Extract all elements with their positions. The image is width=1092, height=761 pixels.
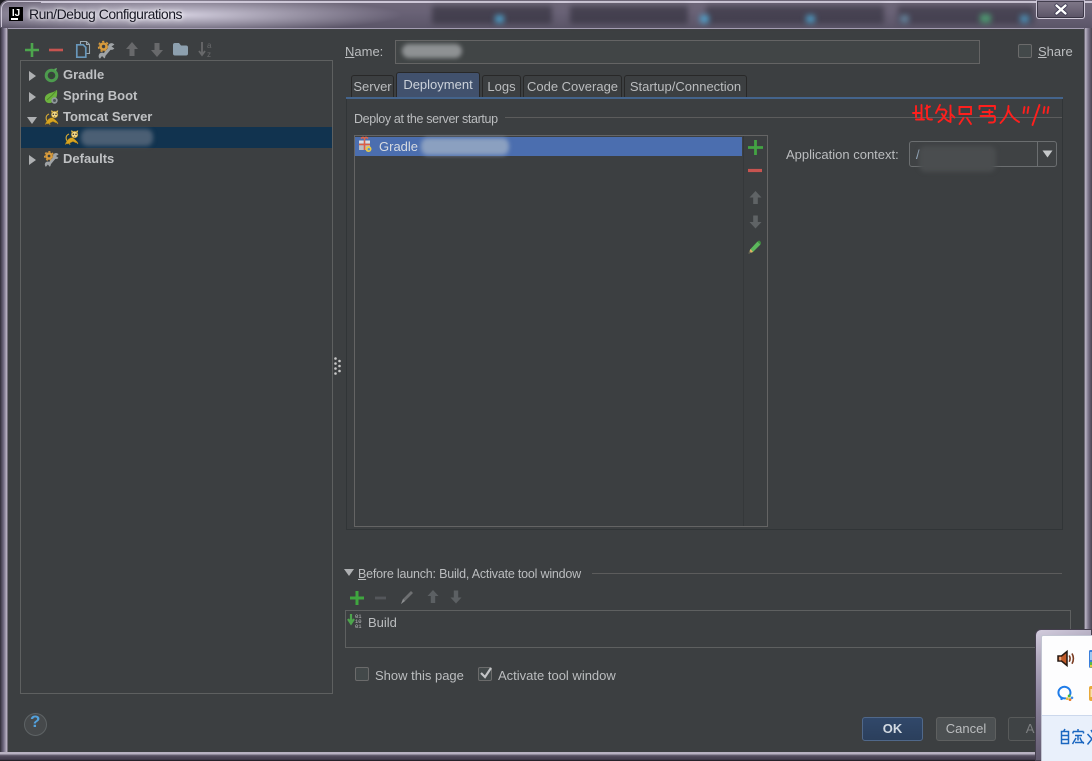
svg-text:a: a: [207, 41, 212, 50]
svg-text:01: 01: [355, 623, 362, 630]
svg-text:z: z: [207, 50, 211, 59]
